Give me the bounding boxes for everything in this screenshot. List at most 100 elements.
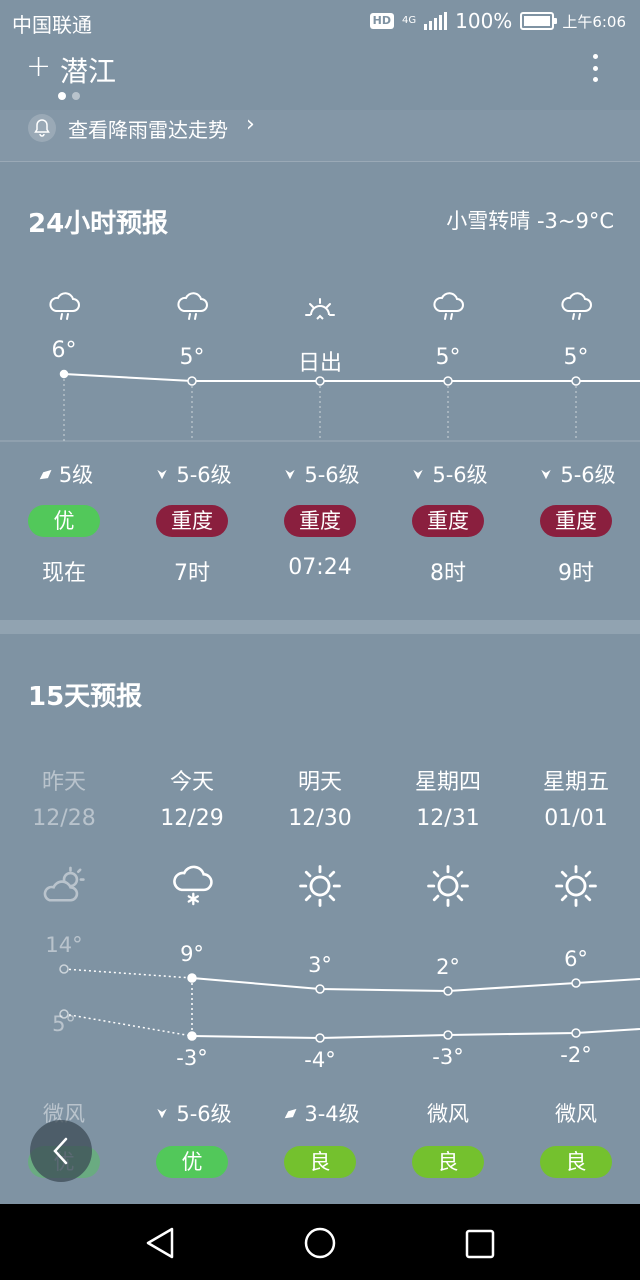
day-low-temp: -3° <box>176 1046 208 1070</box>
day-column[interactable]: 星期五 01/01 6° -2° 微风良 <box>512 634 640 1204</box>
day-low-temp: -2° <box>560 1043 592 1067</box>
hour-time: 8时 <box>430 561 466 586</box>
chevron-right-icon: › <box>246 112 255 137</box>
add-city-icon[interactable]: + <box>26 52 51 82</box>
day-wind: 5-6级 <box>128 1098 256 1128</box>
hour-column[interactable]: 5° 5-6级 重度 7时 <box>128 163 256 620</box>
city-name[interactable]: 潜江 <box>60 50 116 90</box>
wind-level: 5-6级 <box>304 463 360 487</box>
day-date: 12/31 <box>416 806 480 831</box>
aqi-badge-wrap: 良 <box>384 1146 512 1178</box>
wind-level: 微风 <box>427 1102 469 1126</box>
hour-column[interactable]: 6° 5级优现在 <box>0 163 128 620</box>
cloud-drizzle-icon <box>175 291 209 329</box>
hour-column[interactable]: 日出 5-6级 重度 07:24 <box>256 163 384 620</box>
signal-icon <box>424 12 448 30</box>
day-date: 12/29 <box>160 806 224 831</box>
hour-column[interactable]: 5° 5-6级 重度 9时 <box>512 163 640 620</box>
hour-wind: 5级 <box>0 459 128 489</box>
back-button[interactable] <box>30 1120 92 1182</box>
hour-wind: 5-6级 <box>128 459 256 489</box>
cloud-drizzle-icon <box>559 291 593 329</box>
sun-icon <box>554 864 598 912</box>
carrier-label: 中国联通 <box>12 13 92 37</box>
aqi-badge: 良 <box>412 1146 484 1178</box>
more-menu-icon[interactable] <box>592 54 598 82</box>
page-dot <box>72 92 80 100</box>
day-date: 01/01 <box>544 806 608 831</box>
status-icons: HD 4G 100% 上午6:06 <box>369 9 626 33</box>
day-low-temp: 5° <box>52 1012 76 1036</box>
day-wind: 微风 <box>384 1098 512 1128</box>
chevron-left-icon <box>53 1137 68 1165</box>
nav-recents-icon[interactable] <box>464 1228 496 1260</box>
hour-time: 现在 <box>41 561 86 586</box>
aqi-badge: 良 <box>540 1146 612 1178</box>
aqi-badge: 良 <box>284 1146 356 1178</box>
wind-direction-south-icon <box>408 464 428 484</box>
forecast-15d-card: 15天预报 昨天12/2814°5°微风优今天12/299°-3°5-6级优明天… <box>0 634 640 1204</box>
wind-direction-south-icon <box>536 464 556 484</box>
day-low-temp: -4° <box>304 1048 336 1072</box>
day-name: 今天 <box>169 770 214 795</box>
wind-direction-south-icon <box>280 464 300 484</box>
aqi-badge-wrap: 良 <box>512 1146 640 1178</box>
day-high-temp: 2° <box>436 955 460 979</box>
aqi-badge: 重度 <box>156 505 228 537</box>
hour-wind: 5-6级 <box>384 459 512 489</box>
hour-temperature: 6° <box>51 338 77 363</box>
day-wind: 微风 <box>512 1098 640 1128</box>
day-column[interactable]: 星期四 12/31 2° -3° 微风良 <box>384 634 512 1204</box>
wind-level: 5级 <box>58 463 94 487</box>
bell-icon <box>28 114 56 142</box>
day-high-temp: 14° <box>45 933 83 957</box>
aqi-badge-wrap: 重度 <box>128 505 256 537</box>
wind-level: 3-4级 <box>304 1102 360 1126</box>
aqi-badge: 重度 <box>540 505 612 537</box>
wind-level: 5-6级 <box>176 463 232 487</box>
status-bar: 中国联通 HD 4G 100% 上午6:06 <box>0 0 640 44</box>
day-high-temp: 6° <box>564 947 588 971</box>
snow-icon <box>170 864 214 912</box>
day-date: 12/28 <box>32 806 96 831</box>
page-dot <box>58 92 66 100</box>
hour-column[interactable]: 5° 5-6级 重度 8时 <box>384 163 512 620</box>
forecast-24h-card: 24小时预报 小雪转晴 -3~9°C 6° 5级优现在 5° 5-6级 重度 7时 日出 5-… <box>0 163 640 620</box>
hour-time: 9时 <box>558 561 594 586</box>
day-name: 明天 <box>297 770 342 795</box>
rain-radar-link[interactable]: 查看降雨雷达走势 › <box>0 110 640 162</box>
day-column[interactable]: 今天 12/29 9° -3° 5-6级优 <box>128 634 256 1204</box>
aqi-badge: 重度 <box>284 505 356 537</box>
day-column[interactable]: 明天 12/30 3° -4° 3-4级良 <box>256 634 384 1204</box>
day-high-temp: 3° <box>308 953 332 977</box>
wind-level: 5-6级 <box>432 463 488 487</box>
nav-home-icon[interactable] <box>303 1226 337 1260</box>
sun-icon <box>298 864 342 912</box>
system-nav-bar <box>0 1204 640 1280</box>
aqi-badge: 优 <box>156 1146 228 1178</box>
wind-direction-south-icon <box>152 1103 172 1123</box>
day-column[interactable]: 昨天12/2814°5°微风优 <box>0 634 128 1204</box>
hd-icon: HD <box>369 13 394 29</box>
nav-back-icon[interactable] <box>144 1226 176 1260</box>
wind-direction-northeast-icon <box>35 464 55 484</box>
aqi-badge-wrap: 重度 <box>512 505 640 537</box>
aqi-badge-wrap: 优 <box>128 1146 256 1178</box>
battery-icon <box>520 12 558 30</box>
day-low-temp: -3° <box>432 1045 464 1069</box>
sun-icon <box>426 864 470 912</box>
page-indicator <box>58 92 80 100</box>
rain-radar-label: 查看降雨雷达走势 <box>68 118 228 142</box>
wind-direction-northeast-icon <box>280 1103 300 1123</box>
hour-temperature: 5° <box>435 345 461 370</box>
section-divider <box>0 620 640 634</box>
wind-level: 5-6级 <box>176 1102 232 1126</box>
hour-time: 07:24 <box>288 555 352 580</box>
hour-wind: 5-6级 <box>512 459 640 489</box>
day-high-temp: 9° <box>180 942 204 966</box>
partly-cloudy-icon <box>42 864 86 912</box>
aqi-badge-wrap: 重度 <box>256 505 384 537</box>
sunrise-icon <box>303 291 337 329</box>
clock: 上午6:06 <box>562 12 626 31</box>
battery-percent: 100% <box>455 9 513 33</box>
